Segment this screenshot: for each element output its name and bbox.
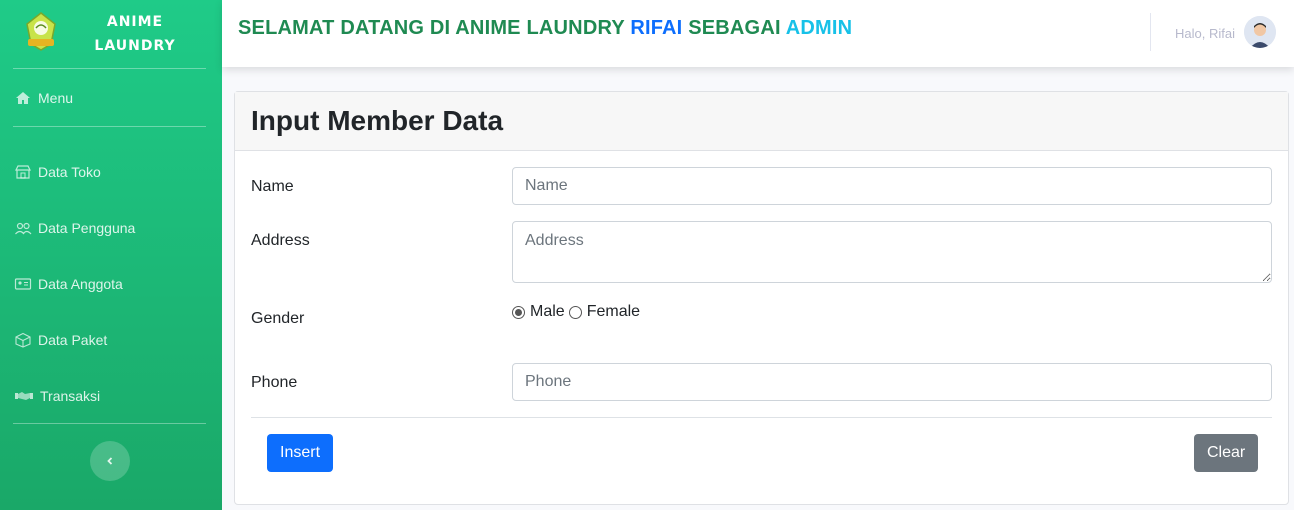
brand-line-1: ANIME [106,14,164,30]
gender-option-male[interactable]: Male [530,303,565,321]
address-label: Address [251,232,310,249]
sidebar-divider [13,126,206,127]
card-header: Input Member Data [235,92,1288,151]
sidebar-item-label: Transaksi [40,388,101,404]
handshake-icon [15,392,33,400]
clear-button[interactable]: Clear [1194,434,1259,472]
avatar[interactable] [1244,16,1276,48]
user-avatar-icon [1244,16,1276,48]
brand-name: ANIME LAUNDRY [82,10,188,58]
gender-radio-group: Male Female [512,303,644,321]
chevron-left-icon [107,457,113,465]
id-card-icon [14,278,32,290]
brand[interactable]: ANIME LAUNDRY [0,0,222,68]
laundry-logo-icon [26,12,56,51]
sidebar-item-menu[interactable]: Menu [14,86,73,110]
topbar: SELAMAT DATANG DI ANIME LAUNDRY RIFAI SE… [222,0,1294,67]
address-textarea[interactable] [512,221,1272,283]
sidebar-item-transaksi[interactable]: Transaksi [14,384,100,408]
box-icon [15,332,31,348]
store-icon [15,165,31,179]
gender-radio-male[interactable] [512,305,525,319]
sidebar-item-label: Menu [38,90,74,106]
sidebar-item-data-pengguna[interactable]: Data Pengguna [14,216,135,240]
sidebar-divider [13,68,206,69]
sidebar-item-label: Data Pengguna [38,220,136,236]
welcome-user: RIFAI [630,17,683,39]
form-divider [251,417,1272,418]
welcome-middle: SEBAGAI [682,17,786,39]
page-title: Input Member Data [251,105,504,136]
sidebar-divider [13,423,206,424]
name-label: Name [251,178,294,195]
sidebar: ANIME LAUNDRY Menu Data Toko Data Penggu… [0,0,222,510]
sidebar-item-data-paket[interactable]: Data Paket [14,328,107,352]
gender-radio-female[interactable] [568,305,582,319]
gender-label: Gender [251,310,305,327]
member-form-card: Input Member Data Name Address Gender Ma… [234,91,1289,505]
name-input[interactable] [512,167,1272,205]
welcome-message: SELAMAT DATANG DI ANIME LAUNDRY RIFAI SE… [238,17,852,40]
sidebar-toggle-button[interactable] [90,441,130,481]
users-icon [15,222,32,235]
home-icon [16,92,30,104]
phone-input[interactable] [512,363,1272,401]
user-greeting[interactable]: Halo, Rifai [1175,26,1235,41]
sidebar-item-label: Data Toko [38,164,101,180]
gender-option-female[interactable]: Female [587,303,640,321]
phone-label: Phone [251,374,298,391]
welcome-prefix: SELAMAT DATANG DI ANIME LAUNDRY [238,17,631,39]
welcome-role: ADMIN [785,17,853,39]
topbar-divider [1150,13,1151,51]
sidebar-item-data-toko[interactable]: Data Toko [14,160,101,184]
brand-line-2: LAUNDRY [94,38,176,54]
sidebar-item-label: Data Paket [38,332,108,348]
sidebar-item-label: Data Anggota [38,276,123,292]
insert-button[interactable]: Insert [267,434,334,472]
sidebar-item-data-anggota[interactable]: Data Anggota [14,272,123,296]
